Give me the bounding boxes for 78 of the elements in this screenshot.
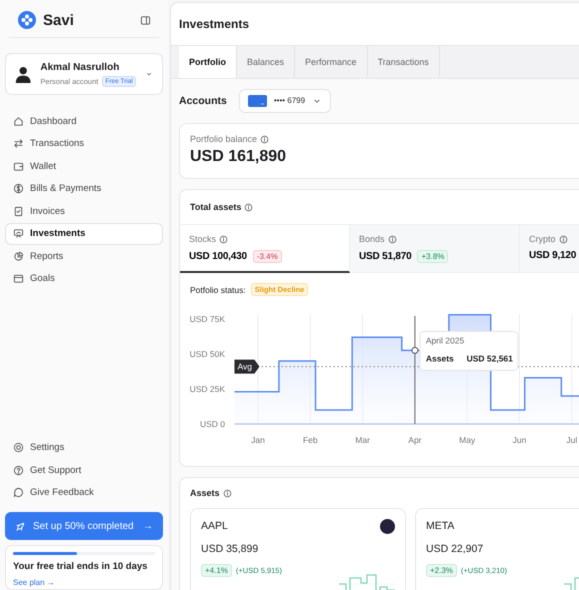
section-title: Total assets [190,202,242,212]
data-point [411,346,418,354]
see-plan-link[interactable]: See plan → [13,578,155,587]
info-icon [222,488,232,498]
average-marker: Avg [234,360,260,374]
nav-item[interactable]: Give Feedback [5,482,163,504]
ticker: META [426,520,454,532]
nav-item[interactable]: Goals [5,268,163,290]
account-name: Akmal Nasrulloh [40,62,120,72]
trial-notice: Your free trial ends in 10 days [13,561,148,572]
asset-class-tab[interactable]: Stocks USD 100,430 -3.4% [180,225,350,273]
nav-item[interactable]: Get Support [5,459,163,482]
info-icon [558,234,568,244]
tab[interactable]: Transactions [368,46,440,78]
info-icon [244,202,254,212]
y-axis-label: USD 0 [200,419,225,429]
nav-item[interactable]: Investments [5,222,163,245]
x-axis-label: Jul [566,435,578,445]
setup-progress-button[interactable]: Set up 50% completed → [5,512,163,540]
x-axis-label: Apr [408,435,422,445]
asset-class-tab[interactable]: Bonds USD 51,870 +3.8% [350,225,520,273]
balance-value: USD 161,890 [190,148,288,166]
change-badge: -3.4% [252,250,282,263]
tab[interactable]: Performance [295,46,368,78]
tab[interactable]: Portfolio [179,46,237,78]
logo-icon [18,11,36,29]
y-axis-label: USD 75K [190,314,225,324]
tab[interactable]: Balances [237,46,296,78]
y-axis-label: USD 25K [190,384,225,394]
wallet-icon [13,160,24,172]
document-icon [13,206,24,217]
asset-class-tab[interactable]: Crypto USD 9,120 [520,225,579,273]
sparkline [339,573,395,590]
logo-circle [380,518,395,534]
x-axis-label: Feb [302,435,318,445]
tooltip-value: USD 52,561 [466,353,513,364]
account-dropdown[interactable]: •••• 6799 [238,88,332,112]
y-axis-label: USD 50K [190,349,225,359]
info-icon [260,134,270,144]
arrows-icon [13,138,24,150]
asset-value: USD 22,907 [426,543,484,555]
gear-icon [13,442,24,454]
card-icon [248,94,267,106]
accounts-label: Accounts [179,94,227,106]
rocket-icon [15,520,26,532]
info-icon [219,234,228,244]
nav-item[interactable]: Invoices [5,200,163,222]
nav-item[interactable]: Transactions [5,132,163,155]
change-badge: +4.1% [201,564,232,577]
nav-item[interactable]: Wallet [5,155,163,178]
x-axis-label: Jun [512,435,526,445]
brand-name: Savi [43,12,75,28]
presentation-icon [13,228,24,240]
tooltip-title: April 2025 [426,335,464,346]
help-icon [13,464,24,476]
asset-value: USD 35,899 [201,543,260,555]
nav-item[interactable]: Reports [5,245,163,268]
x-axis-label: Mar [355,435,370,445]
x-axis-label: Jan [251,435,265,445]
folder-icon [13,273,24,284]
ticker: AAPL [201,520,228,532]
nav-item[interactable]: Bills & Payments [5,178,163,200]
speech-bubble-icon [13,487,24,498]
home-icon [13,116,24,127]
status-label: Potfolio status: [190,284,246,294]
section-title: Assets [190,488,220,498]
nav-item[interactable]: Settings [5,436,163,459]
info-icon [388,234,397,244]
sidebar-toggle-icon[interactable] [140,14,151,26]
tooltip-label: Assets [426,353,454,364]
change-badge: +3.8% [417,250,448,263]
x-axis-label: May [459,435,476,445]
page-title: Investments [171,3,579,45]
change-badge: +2.3% [426,564,457,577]
balance-label: Portfolio balance [190,134,258,144]
pie-chart-icon [13,250,24,262]
nav-item[interactable]: Dashboard [5,110,163,132]
dollar-icon [13,183,24,194]
